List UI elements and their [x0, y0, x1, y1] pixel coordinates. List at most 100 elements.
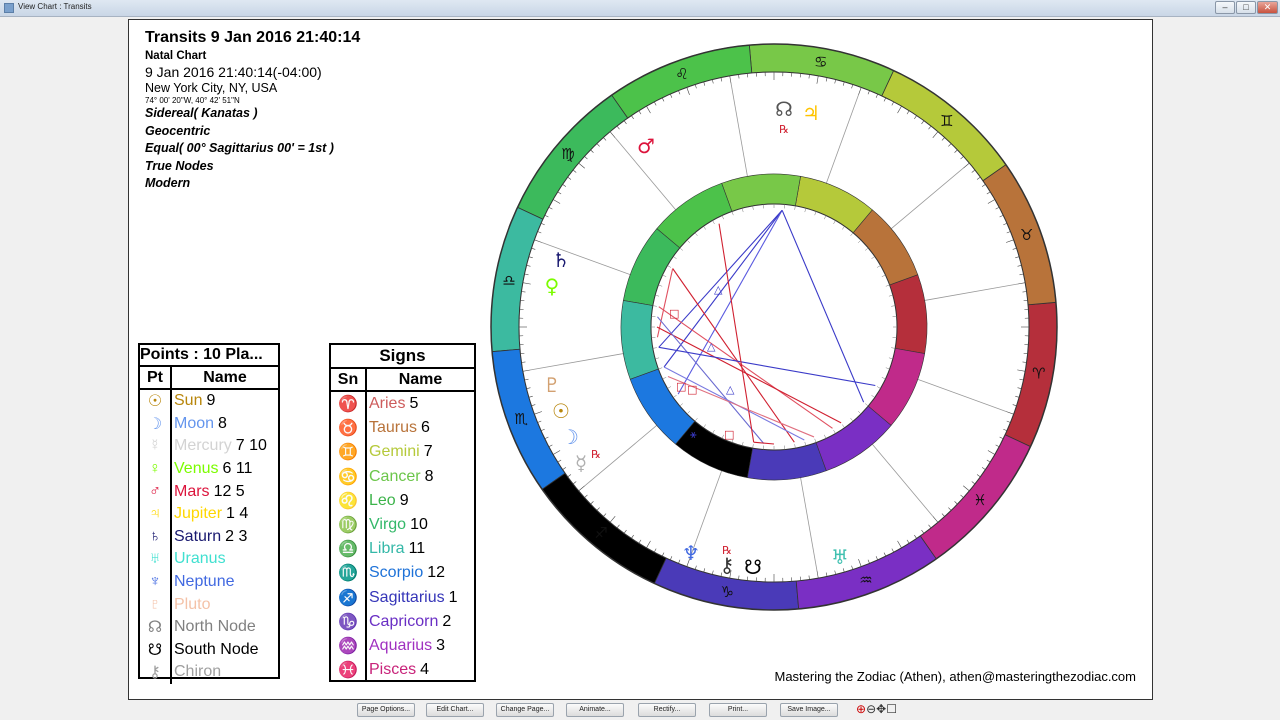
toolbar-button[interactable]: Edit Chart... [426, 703, 484, 717]
sign-row: ♐ Sagittarius 1 [331, 586, 474, 610]
point-glyph-icon: ☋ [147, 641, 163, 659]
window-titlebar: View Chart : Transits – □ ✕ [0, 0, 1280, 17]
toolbar-button[interactable]: Change Page... [496, 703, 554, 717]
sign-name: Aquarius [369, 636, 433, 654]
retrograde-icon: ℞ [591, 448, 601, 461]
sign-name: Leo [369, 491, 396, 509]
planet-glyph-icon: ☉ [552, 399, 570, 423]
point-glyph-icon: ☿ [149, 437, 161, 455]
aspect-marker: △ [714, 283, 723, 296]
sign-glyph-icon: ♐ [594, 524, 607, 542]
chart-wheel: ♈♉♊♋♌♍♎♏♐♑♒♓□□ □□△△△⚹☊℞♃♂♄♀♇☉☽☿ ℞♆ ⚷℞☋ ♅ [490, 43, 1058, 611]
point-row: ☉ Sun 9 [140, 390, 278, 413]
credit-line: Mastering the Zodiac (Athen), athen@mast… [774, 669, 1137, 684]
signs-rows: ♈ Aries 5 ♉ Taurus 6 ♊ Gemini 7 ♋ Cancer 8 ♌ Leo 9 ♍ Vir… [331, 392, 474, 683]
point-row: ☿ Mercury 7 10 [140, 435, 278, 458]
sign-row: ♒ Aquarius 3 [331, 634, 474, 658]
signs-table-header: Sn Name [331, 369, 474, 392]
toolbar-button[interactable]: Page Options... [357, 703, 415, 717]
close-button[interactable]: ✕ [1257, 1, 1278, 14]
sign-glyph-icon: ♎ [338, 541, 358, 559]
points-table: Points : 10 Pla... Pt Name ☉ Sun 9 ☽ Moon 8 ☿ M… [138, 343, 280, 684]
point-name: Sun [174, 392, 203, 410]
sign-glyph-icon: ♌ [338, 492, 358, 510]
pan-icon[interactable]: ✥ [876, 702, 886, 716]
sign-glyph-icon: ♒ [859, 571, 872, 589]
app-icon [4, 3, 14, 13]
sign-glyph-icon: ♏ [514, 410, 528, 428]
point-glyph-icon: ♆ [149, 573, 161, 591]
col-pt: Pt [140, 367, 172, 388]
sign-row: ♏ Scorpio 12 [331, 561, 474, 585]
sign-row: ♍ Virgo 10 [331, 513, 474, 537]
point-row: ♄ Saturn 2 3 [140, 526, 278, 549]
maximize-button[interactable]: □ [1236, 1, 1256, 14]
sign-name: Virgo [369, 516, 407, 534]
toolbar-button[interactable]: Rectify... [638, 703, 696, 717]
sign-name: Taurus [369, 419, 418, 437]
sign-glyph-icon: ♍ [561, 145, 574, 163]
point-row: ☽ Moon 8 [140, 413, 278, 436]
sign-number: 11 [408, 540, 426, 558]
col-name: Name [398, 371, 443, 388]
sign-glyph-icon: ♑ [338, 613, 358, 631]
planet-glyph-icon: ☋ [744, 555, 762, 579]
sign-row: ♈ Aries 5 [331, 392, 474, 416]
sign-glyph-icon: ♊ [338, 444, 358, 462]
sign-row: ♓ Pisces 4 [331, 658, 474, 682]
retrograde-icon: ℞ [779, 123, 789, 136]
zoom-controls: ⊕⊖✥☐ [856, 702, 897, 716]
sign-number: 10 [410, 516, 428, 534]
sign-row: ♉ Taurus 6 [331, 416, 474, 440]
fit-icon[interactable]: ☐ [886, 702, 897, 716]
point-glyph-icon: ⚷ [149, 664, 161, 682]
point-name: North Node [174, 618, 256, 636]
planet-glyph-icon: ♆ [682, 541, 700, 565]
sign-row: ♊ Gemini 7 [331, 440, 474, 464]
point-name: Mars [174, 482, 210, 500]
point-row: ♂ Mars 12 5 [140, 480, 278, 503]
planet-glyph-icon: ♃ [802, 101, 820, 125]
point-row: ♆ Neptune [140, 571, 278, 594]
sign-glyph-icon: ♊ [940, 112, 953, 130]
signs-table: Signs Sn Name ♈ Aries 5 ♉ Taurus 6 ♊ Gemini 7 ♋ Ca… [329, 343, 476, 683]
sign-glyph-icon: ♉ [1020, 226, 1033, 244]
planet-glyph-icon: ♅ [831, 545, 849, 569]
point-glyph-icon: ♅ [149, 550, 161, 568]
col-name: Name [203, 369, 247, 386]
planet-glyph-icon: ♀ [545, 274, 560, 298]
aspect-marker: △ [707, 340, 716, 353]
point-name: Saturn [174, 527, 222, 545]
sign-number: 12 [427, 564, 446, 582]
zoom-out-icon[interactable]: ⊖ [866, 702, 876, 716]
zoom-in-icon[interactable]: ⊕ [856, 702, 866, 716]
point-name: Mercury [174, 437, 232, 455]
aspect-marker: □ [687, 383, 697, 396]
toolbar-button[interactable]: Animate... [566, 703, 624, 717]
point-name: Jupiter [174, 505, 223, 523]
toolbar-button[interactable]: Print... [709, 703, 767, 717]
point-name: Venus [174, 460, 219, 478]
retrograde-icon: ℞ [722, 544, 732, 557]
signs-table-title: Signs [331, 345, 474, 369]
point-numbers: 6 11 [222, 460, 253, 478]
toolbar-button[interactable]: Save Image... [780, 703, 838, 717]
point-row: ♅ Uranus [140, 548, 278, 571]
point-glyph-icon: ☉ [147, 393, 163, 411]
point-glyph-icon: ☽ [147, 415, 163, 433]
point-name: Uranus [174, 550, 226, 568]
planet-glyph-icon: ☿ [575, 451, 587, 475]
sign-glyph-icon: ♎ [502, 271, 515, 289]
points-rows: ☉ Sun 9 ☽ Moon 8 ☿ Mercury 7 10 ♀ Venus 6 11 ♂ Mars 12… [140, 390, 278, 684]
bottom-toolbar: Page Options... Edit Chart... Change Page.… [0, 700, 1280, 720]
sign-row: ♋ Cancer 8 [331, 465, 474, 489]
point-row: ♇ Pluto [140, 593, 278, 616]
minimize-button[interactable]: – [1215, 1, 1235, 14]
sign-row: ♑ Capricorn 2 [331, 610, 474, 634]
sign-glyph-icon: ♑ [721, 583, 734, 601]
planet-glyph-icon: ☊ [775, 97, 793, 121]
point-numbers: 7 10 [235, 437, 267, 455]
aspect-marker: □ [724, 428, 734, 441]
sign-glyph-icon: ♈ [338, 396, 358, 414]
sign-glyph-icon: ♋ [338, 468, 358, 486]
